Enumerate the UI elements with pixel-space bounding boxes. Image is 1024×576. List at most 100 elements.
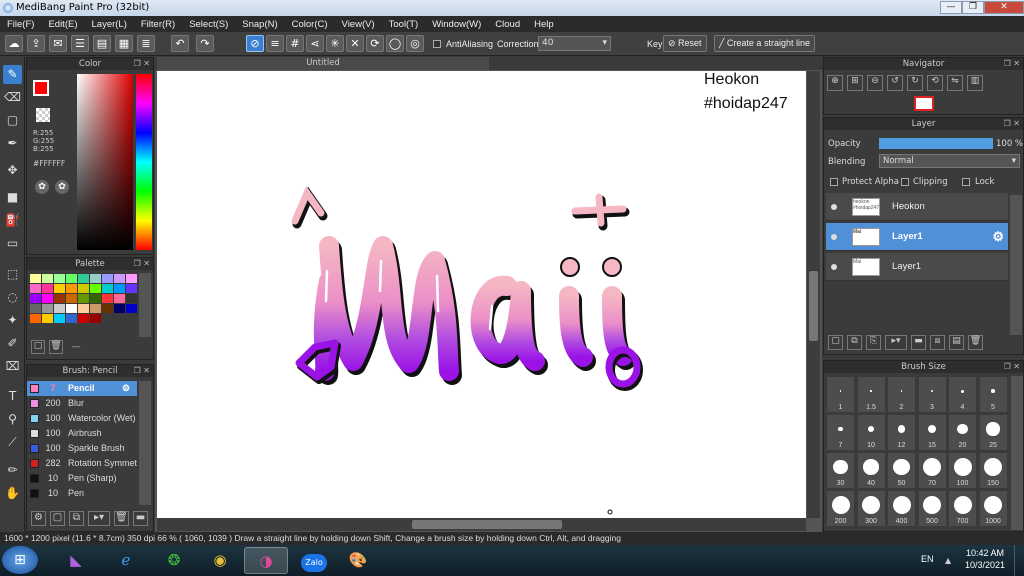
palette-swatch[interactable] (42, 314, 53, 323)
add-brush-menu-icon[interactable]: ▸▾ (88, 511, 110, 526)
palette-swatch[interactable] (90, 304, 101, 313)
brush-size-cell[interactable]: 40 (856, 452, 886, 489)
fit-icon[interactable]: ⊞ (847, 75, 863, 91)
eraser-tool-icon[interactable]: ⌫ (3, 88, 22, 107)
menu-item-snap[interactable]: Snap(N) (235, 19, 284, 30)
correction-select[interactable]: 40 ▾ (538, 36, 611, 51)
palette-swatch[interactable] (102, 274, 113, 283)
brush-size-cell[interactable]: 12 (887, 414, 916, 451)
brush-item[interactable]: 282 Rotation Symmetry (27, 456, 137, 471)
lasso-tool-icon[interactable]: ◌ (3, 288, 22, 307)
palette-scrollbar[interactable] (139, 273, 151, 337)
palette-swatch[interactable] (78, 274, 89, 283)
palette-swatch[interactable] (54, 274, 65, 283)
reset-button[interactable]: ⊘ Reset (663, 35, 707, 52)
medibang-taskbar-icon[interactable]: ◑ (244, 547, 288, 574)
menu-item-filter[interactable]: Filter(R) (134, 19, 182, 30)
palette-swatch[interactable] (90, 294, 101, 303)
eyedropper2-tool-icon[interactable]: ✏ (3, 461, 22, 480)
brush-size-cell[interactable]: 1000 (978, 490, 1008, 527)
zoom-in-icon[interactable]: ⊕ (827, 75, 843, 91)
new-palette-icon[interactable]: ▢ (31, 340, 45, 354)
straight-line-button[interactable]: ╱ Create a straight line (714, 35, 815, 52)
panel-options-icon[interactable]: ❐ ✕ (134, 58, 150, 70)
color-wheel-icon[interactable]: ✿ (35, 180, 49, 194)
cross-snap-icon[interactable]: ✕ (346, 35, 364, 52)
layer-row[interactable]: Mai Layer1 ⚙ (826, 223, 1008, 251)
comment-icon[interactable]: ✉ (49, 35, 67, 52)
undo-icon[interactable]: ↶ (171, 35, 189, 52)
palette-swatch[interactable] (78, 284, 89, 293)
redo-icon[interactable]: ↷ (196, 35, 214, 52)
brush-item[interactable]: 100 Sparkle Brush (27, 441, 137, 456)
brush-size-cell[interactable]: 10 (856, 414, 886, 451)
layer-row[interactable]: Mai Layer1 (826, 253, 1008, 281)
brush-size-cell[interactable]: 400 (887, 490, 916, 527)
brush-folder-icon[interactable]: ▬ (133, 511, 148, 526)
flip-icon[interactable]: ⇋ (947, 75, 963, 91)
brush-size-cell[interactable]: 7 (826, 414, 855, 451)
brush-item[interactable]: 100 Watercolor (Wet) (27, 411, 137, 426)
brush-scrollbar[interactable] (139, 381, 151, 505)
palette-swatch[interactable] (126, 274, 137, 283)
text-tool-icon[interactable]: T (3, 387, 22, 406)
gradient-tool-icon[interactable]: ▭ (3, 234, 22, 253)
brush-size-cell[interactable]: 15 (917, 414, 947, 451)
paint-palette-icon[interactable]: 🎨 (336, 547, 380, 574)
palette-swatch[interactable] (66, 284, 77, 293)
hue-slider[interactable] (136, 74, 152, 250)
language-indicator[interactable]: EN (921, 554, 934, 564)
brush-size-cell[interactable]: 100 (948, 452, 977, 489)
blending-select[interactable]: Normal ▾ (879, 154, 1020, 168)
show-desktop-button[interactable] (1014, 545, 1024, 576)
perspective-snap-icon[interactable]: ⋖ (306, 35, 324, 52)
saturation-value-picker[interactable] (77, 74, 133, 250)
brush-size-cell[interactable]: 2 (887, 376, 916, 413)
palette-swatch[interactable] (66, 294, 77, 303)
rotate-right-icon[interactable]: ↻ (907, 75, 923, 91)
new-brush-icon[interactable]: ▢ (50, 511, 65, 526)
select-pen-tool-icon[interactable]: ✐ (3, 334, 22, 353)
palette-swatch[interactable] (66, 314, 77, 323)
internet-explorer-icon[interactable]: ℯ (104, 547, 148, 574)
brush-settings-icon[interactable]: ⚙ (31, 511, 46, 526)
opacity-slider[interactable] (879, 138, 993, 149)
menu-item-tool[interactable]: Tool(T) (382, 19, 426, 30)
concentric-snap-icon[interactable]: ◎ (406, 35, 424, 52)
palette-swatch[interactable] (42, 304, 53, 313)
menu-item-edit[interactable]: Edit(E) (41, 19, 84, 30)
panel-options-icon[interactable]: ❐ ✕ (134, 258, 150, 270)
drawing-canvas[interactable]: Heokon #hoidap247 (157, 71, 806, 518)
add-layer-menu-icon[interactable]: ▸▾ (885, 335, 907, 350)
transparent-swatch[interactable] (36, 108, 50, 122)
move-tool-icon[interactable]: ✥ (3, 161, 22, 180)
ellipse-snap-icon[interactable]: ◯ (386, 35, 404, 52)
pen-tool-icon[interactable]: ✒ (3, 134, 22, 153)
menu-item-color[interactable]: Color(C) (285, 19, 335, 30)
grid-snap-icon[interactable]: # (286, 35, 304, 52)
palette-swatch[interactable] (66, 304, 77, 313)
brush-item[interactable]: 10 Pen (Sharp) (27, 471, 137, 486)
menu-item-view[interactable]: View(V) (335, 19, 382, 30)
brush-size-cell[interactable]: 70 (917, 452, 947, 489)
minimize-button[interactable]: — (940, 1, 962, 14)
palette-swatch[interactable] (102, 284, 113, 293)
hand-tool-icon[interactable]: ✋ (3, 484, 22, 503)
chat-icon[interactable]: ☰ (71, 35, 89, 52)
palette-swatch[interactable] (90, 274, 101, 283)
brush-tool-icon[interactable]: ✎ (3, 65, 22, 84)
brush-item[interactable]: 7 Pencil ⚙ (27, 381, 137, 396)
visibility-icon[interactable] (831, 204, 837, 210)
magic-wand-tool-icon[interactable]: ✦ (3, 311, 22, 330)
brush-item[interactable]: 200 Blur (27, 396, 137, 411)
zalo-taskbar-icon[interactable]: Zalo (292, 547, 336, 574)
brush-size-cell[interactable]: 300 (856, 490, 886, 527)
foreground-color-swatch[interactable] (33, 80, 49, 96)
start-button[interactable]: ⊞ (2, 546, 38, 574)
vertical-scrollbar[interactable] (807, 71, 820, 518)
palette-swatch[interactable] (78, 294, 89, 303)
brush-size-cell[interactable]: 30 (826, 452, 855, 489)
layer-settings-icon[interactable]: ▤ (949, 335, 964, 350)
visibility-icon[interactable] (831, 264, 837, 270)
palette-swatch[interactable] (90, 314, 101, 323)
